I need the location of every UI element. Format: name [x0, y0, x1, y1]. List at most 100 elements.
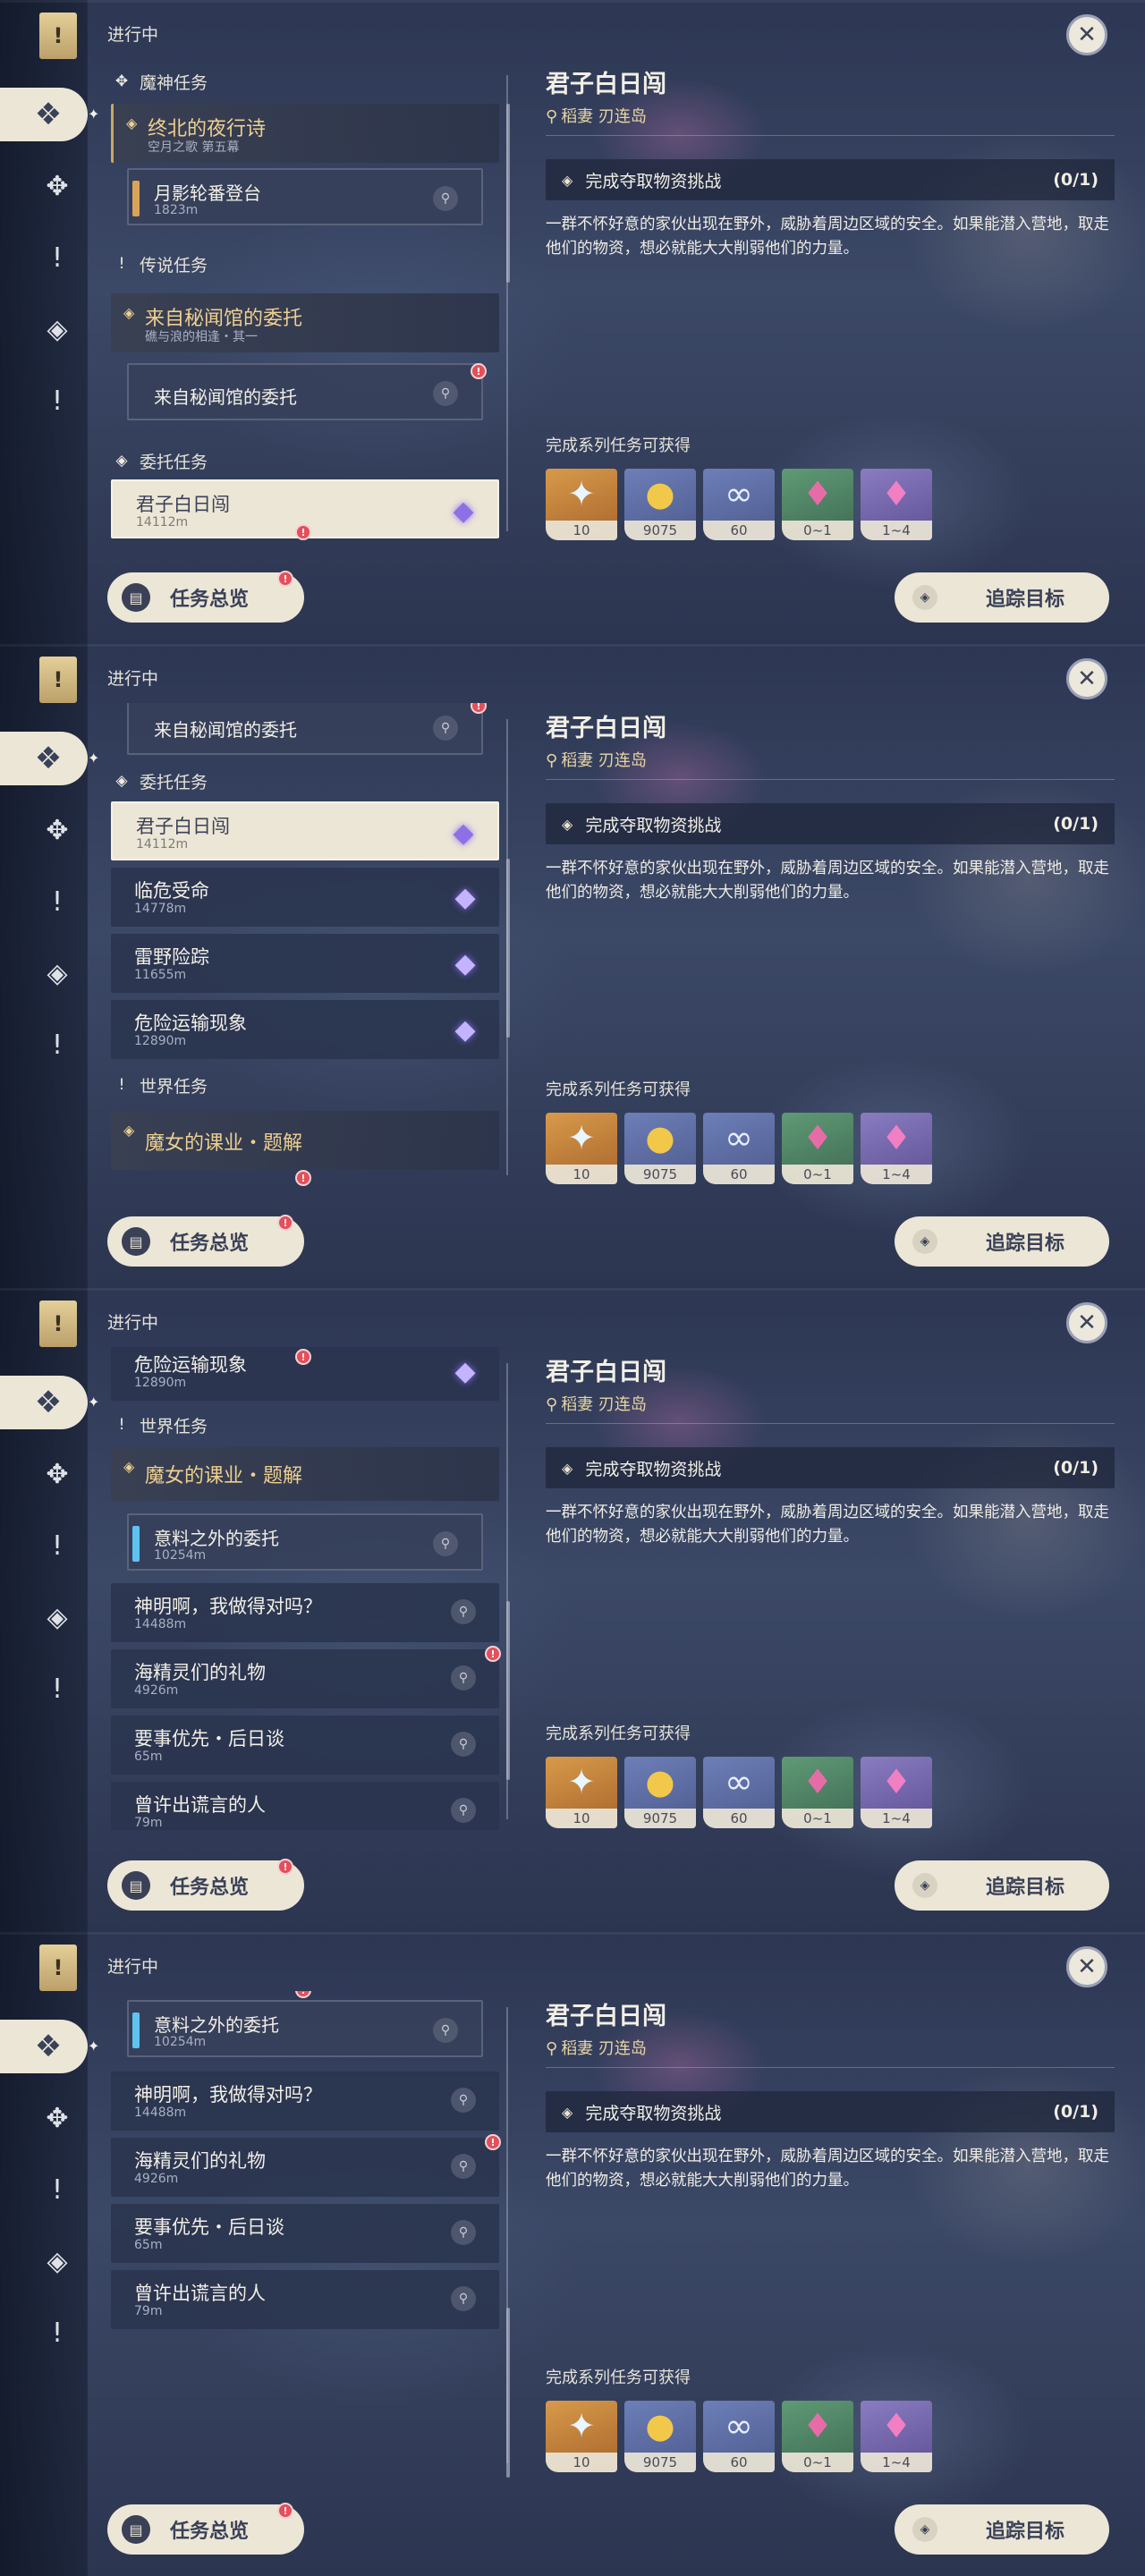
quest-list[interactable]: 来自秘闻馆的委托 ⚲ ! ◈ 委托任务 君子白日闯 14112m ◆ 临危受命 1…: [98, 703, 510, 1186]
quest-world-sub[interactable]: 意料之外的委托 10254m ⚲: [127, 2000, 483, 2057]
reward-green-crystal[interactable]: ♦ 0~1: [782, 1113, 853, 1184]
track-target-button[interactable]: ◈ 追踪目标: [895, 2504, 1109, 2555]
reward-primogem[interactable]: ✦ 10: [546, 1757, 617, 1828]
exclamation-icon[interactable]: !: [34, 1665, 81, 1712]
bookmark-icon[interactable]: !: [39, 1301, 77, 1347]
quest-archon-sub[interactable]: 月影轮番登台 1823m ⚲: [127, 168, 483, 225]
reward-green-crystal[interactable]: ♦ 0~1: [782, 1757, 853, 1828]
compass-diamond-icon[interactable]: ◈: [34, 950, 81, 996]
quest-world-main[interactable]: ◈ 魔女的课业・题解: [111, 1447, 499, 1501]
reward-adventure-exp[interactable]: ∞ 60: [703, 1757, 775, 1828]
quest-list[interactable]: ✥ 魔神任务 ◈ 终北的夜行诗 空月之歌 第五幕 月影轮番登台 1823m ⚲ !…: [98, 59, 510, 542]
bookmark-icon[interactable]: !: [39, 13, 77, 59]
reward-primogem[interactable]: ✦ 10: [546, 1113, 617, 1184]
reward-purple-crystal[interactable]: ♦ 1~4: [861, 2401, 932, 2472]
quest-world[interactable]: 神明啊，我做得对吗？ 14488m ⚲: [111, 2072, 499, 2131]
quest-commission[interactable]: 危险运输现象 12890m ◆: [111, 1000, 499, 1059]
reward-mora[interactable]: ● 9075: [624, 469, 696, 540]
map-pin-icon[interactable]: ⚲: [451, 2154, 476, 2179]
compass-diamond-icon[interactable]: ◈: [34, 1594, 81, 1640]
quest-world-sub[interactable]: 意料之外的委托 10254m ⚲: [127, 1513, 483, 1571]
track-target-button[interactable]: ◈ 追踪目标: [895, 572, 1109, 623]
bookmark-icon[interactable]: !: [39, 657, 77, 703]
bookmark-icon[interactable]: !: [39, 1945, 77, 1991]
reward-green-crystal[interactable]: ♦ 0~1: [782, 469, 853, 540]
close-button[interactable]: ✕: [1066, 1946, 1107, 1987]
quest-world[interactable]: 海精灵们的礼物 4926m ⚲: [111, 2138, 499, 2197]
close-button[interactable]: ✕: [1066, 14, 1107, 55]
exclamation-icon[interactable]: !: [34, 2309, 81, 2356]
quest-title: 神明啊，我做得对吗？: [134, 1596, 322, 1617]
quest-overview-button[interactable]: ▤ 任务总览: [107, 572, 304, 623]
quest-overview-button[interactable]: ▤ 任务总览: [107, 2504, 304, 2555]
map-pin-icon[interactable]: ⚲: [433, 2018, 458, 2043]
quest-world-main[interactable]: ◈ 魔女的课业・题解: [111, 1111, 499, 1170]
reward-primogem[interactable]: ✦ 10: [546, 2401, 617, 2472]
quest-world[interactable]: 曾许出谎言的人 79m ⚲: [111, 2270, 499, 2329]
reward-mora[interactable]: ● 9075: [624, 1113, 696, 1184]
map-pin-icon[interactable]: ⚲: [451, 1798, 476, 1823]
category-label: 世界任务: [140, 1076, 208, 1097]
close-button[interactable]: ✕: [1066, 1302, 1107, 1343]
reward-purple-crystal[interactable]: ♦ 1~4: [861, 469, 932, 540]
map-pin-icon[interactable]: ⚲: [451, 1599, 476, 1624]
map-pin-icon[interactable]: ⚲: [451, 2220, 476, 2245]
quest-overview-button[interactable]: ▤ 任务总览: [107, 1860, 304, 1911]
quest-commission[interactable]: 临危受命 14778m ◆: [111, 868, 499, 927]
archon-diamond-icon[interactable]: ❖: [0, 1376, 88, 1429]
compass-diamond-icon[interactable]: ◈: [34, 306, 81, 352]
reward-green-crystal[interactable]: ♦ 0~1: [782, 2401, 853, 2472]
track-target-button[interactable]: ◈ 追踪目标: [895, 1216, 1109, 1267]
reward-adventure-exp[interactable]: ∞ 60: [703, 469, 775, 540]
location-text: 稻妻 刃连岛: [561, 2039, 647, 2058]
reward-qty: 1~4: [861, 1809, 932, 1828]
map-pin-icon[interactable]: ⚲: [433, 1531, 458, 1556]
map-pin-icon[interactable]: ⚲: [451, 1665, 476, 1690]
map-pin-icon[interactable]: ⚲: [433, 381, 458, 406]
exclamation-icon[interactable]: !: [34, 1021, 81, 1068]
reward-adventure-exp[interactable]: ∞ 60: [703, 1113, 775, 1184]
reward-mora[interactable]: ● 9075: [624, 1757, 696, 1828]
map-pin-icon[interactable]: ⚲: [451, 1732, 476, 1757]
quest-world[interactable]: 曾许出谎言的人 79m ⚲: [111, 1782, 499, 1830]
quest-legend-sub[interactable]: 来自秘闻馆的委托 ⚲: [127, 363, 483, 420]
reward-purple-crystal[interactable]: ♦ 1~4: [861, 1757, 932, 1828]
reward-primogem[interactable]: ✦ 10: [546, 469, 617, 540]
map-pin-icon[interactable]: ⚲: [451, 2088, 476, 2113]
map-pin-icon[interactable]: ⚲: [451, 2286, 476, 2311]
quest-legend-main[interactable]: ◈ 来自秘闻馆的委托 礁与浪的相逢・其一: [111, 293, 499, 352]
map-pin-icon[interactable]: ⚲: [433, 186, 458, 211]
track-target-button[interactable]: ◈ 追踪目标: [895, 1860, 1109, 1911]
quest-overview-button[interactable]: ▤ 任务总览: [107, 1216, 304, 1267]
quest-commission-selected[interactable]: 君子白日闯 14112m ◆: [111, 801, 499, 860]
quest-world[interactable]: 要事优先・后日谈 65m ⚲: [111, 1716, 499, 1775]
quest-distance: 11655m: [134, 968, 187, 982]
quest-archon-main[interactable]: ◈ 终北的夜行诗 空月之歌 第五幕: [111, 104, 499, 163]
compass-diamond-icon[interactable]: ◈: [34, 2238, 81, 2284]
quest-legend-sub[interactable]: 来自秘闻馆的委托 ⚲: [127, 703, 483, 755]
exclamation-icon[interactable]: !: [34, 377, 81, 424]
wind-diamond-icon[interactable]: ✥: [34, 1451, 81, 1497]
wind-diamond-icon[interactable]: ✥: [34, 2095, 81, 2141]
archon-diamond-icon[interactable]: ❖: [0, 88, 88, 141]
quest-world[interactable]: 要事优先・后日谈 65m ⚲: [111, 2204, 499, 2263]
quest-world[interactable]: 海精灵们的礼物 4926m ⚲: [111, 1649, 499, 1708]
exclamation-icon[interactable]: !: [34, 234, 81, 281]
exclamation-icon[interactable]: !: [34, 878, 81, 925]
quest-list[interactable]: 危险运输现象 12890m ◆ ! ! 世界任务 ◈ 魔女的课业・题解 意料之外的…: [98, 1347, 510, 1830]
exclamation-icon[interactable]: !: [34, 2166, 81, 2213]
quest-list[interactable]: ! 意料之外的委托 10254m ⚲ 神明啊，我做得对吗？ 14488m ⚲ 海…: [98, 1991, 510, 2474]
archon-diamond-icon[interactable]: ❖: [0, 732, 88, 785]
rewards-list: ✦ 10 ● 9075 ∞ 60 ♦ 0~1 ♦ 1~4: [546, 469, 939, 540]
reward-purple-crystal[interactable]: ♦ 1~4: [861, 1113, 932, 1184]
reward-mora[interactable]: ● 9075: [624, 2401, 696, 2472]
wind-diamond-icon[interactable]: ✥: [34, 807, 81, 853]
archon-diamond-icon[interactable]: ❖: [0, 2020, 88, 2073]
close-button[interactable]: ✕: [1066, 658, 1107, 699]
map-pin-icon[interactable]: ⚲: [433, 716, 458, 741]
wind-diamond-icon[interactable]: ✥: [34, 163, 81, 209]
quest-commission[interactable]: 雷野险踪 11655m ◆: [111, 934, 499, 993]
quest-world[interactable]: 神明啊，我做得对吗？ 14488m ⚲: [111, 1583, 499, 1642]
reward-adventure-exp[interactable]: ∞ 60: [703, 2401, 775, 2472]
exclamation-icon[interactable]: !: [34, 1522, 81, 1569]
